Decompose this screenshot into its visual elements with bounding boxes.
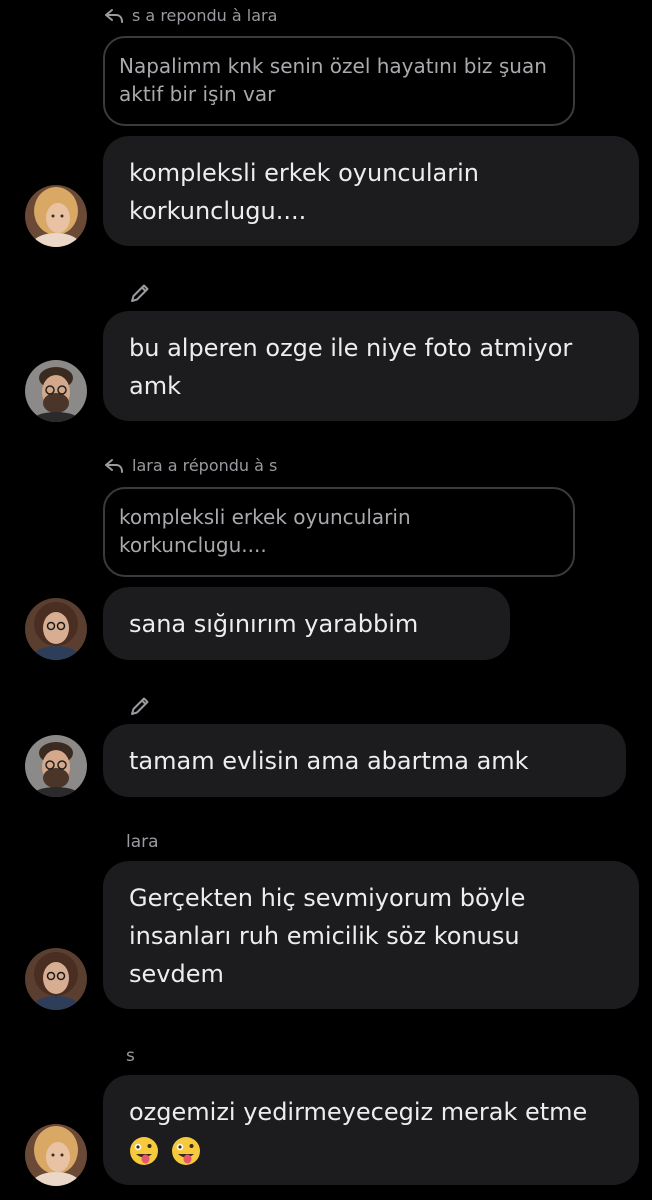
- quoted-message[interactable]: Napalimm knk senin özel hayatını biz şua…: [103, 36, 575, 126]
- avatar[interactable]: [25, 948, 87, 1010]
- avatar-blonde-woman-image: [25, 185, 87, 247]
- avatar[interactable]: [25, 185, 87, 247]
- reply-arrow-icon: [105, 458, 123, 473]
- message-text: sana sığınırım yarabbim: [129, 610, 419, 638]
- sender-name: s: [126, 1046, 135, 1066]
- avatar[interactable]: [25, 598, 87, 660]
- message-bubble[interactable]: bu alperen ozge ile niye foto atmiyor am…: [103, 311, 639, 421]
- reply-header: s a repondu à lara: [104, 6, 277, 25]
- avatar-woman-glasses-image: [25, 598, 87, 660]
- avatar[interactable]: [25, 360, 87, 422]
- sender-name: lara: [126, 832, 159, 852]
- avatar-bearded-man-image: [25, 360, 87, 422]
- avatar-bearded-man-image: [25, 735, 87, 797]
- reply-header-text: s a repondu à lara: [132, 6, 278, 25]
- zany-face-emoji-icon: [171, 1137, 200, 1165]
- quoted-message[interactable]: kompleksli erkek oyuncularin korkunclugu…: [103, 487, 575, 577]
- avatar[interactable]: [25, 735, 87, 797]
- avatar-blonde-woman-image: [25, 1124, 87, 1186]
- message-text: Gerçekten hiç sevmiyorum böyle insanları…: [129, 884, 526, 988]
- reply-header-text: lara a répondu à s: [132, 456, 278, 475]
- emoji-row: [129, 1131, 613, 1169]
- message-text: tamam evlisin ama abartma amk: [129, 747, 529, 775]
- message-bubble[interactable]: ozgemizi yedirmeyecegiz merak etme: [103, 1075, 639, 1185]
- quoted-message-text: Napalimm knk senin özel hayatını biz şua…: [119, 54, 547, 106]
- message-bubble[interactable]: tamam evlisin ama abartma amk: [103, 724, 626, 797]
- message-text: ozgemizi yedirmeyecegiz merak etme: [129, 1098, 588, 1126]
- message-bubble[interactable]: sana sığınırım yarabbim: [103, 587, 510, 660]
- pencil-icon: [131, 697, 149, 715]
- avatar-woman-glasses-image: [25, 948, 87, 1010]
- reply-header: lara a répondu à s: [104, 456, 277, 475]
- avatar[interactable]: [25, 1124, 87, 1186]
- reply-arrow-icon: [105, 8, 123, 23]
- message-bubble[interactable]: kompleksli erkek oyuncularin korkunclugu…: [103, 136, 639, 246]
- message-bubble[interactable]: Gerçekten hiç sevmiyorum böyle insanları…: [103, 861, 639, 1009]
- pencil-icon: [131, 284, 149, 302]
- message-text: kompleksli erkek oyuncularin korkunclugu…: [129, 159, 479, 225]
- zany-face-emoji-icon: [130, 1137, 158, 1165]
- message-text: bu alperen ozge ile niye foto atmiyor am…: [129, 334, 573, 400]
- quoted-message-text: kompleksli erkek oyuncularin korkunclugu…: [119, 505, 411, 557]
